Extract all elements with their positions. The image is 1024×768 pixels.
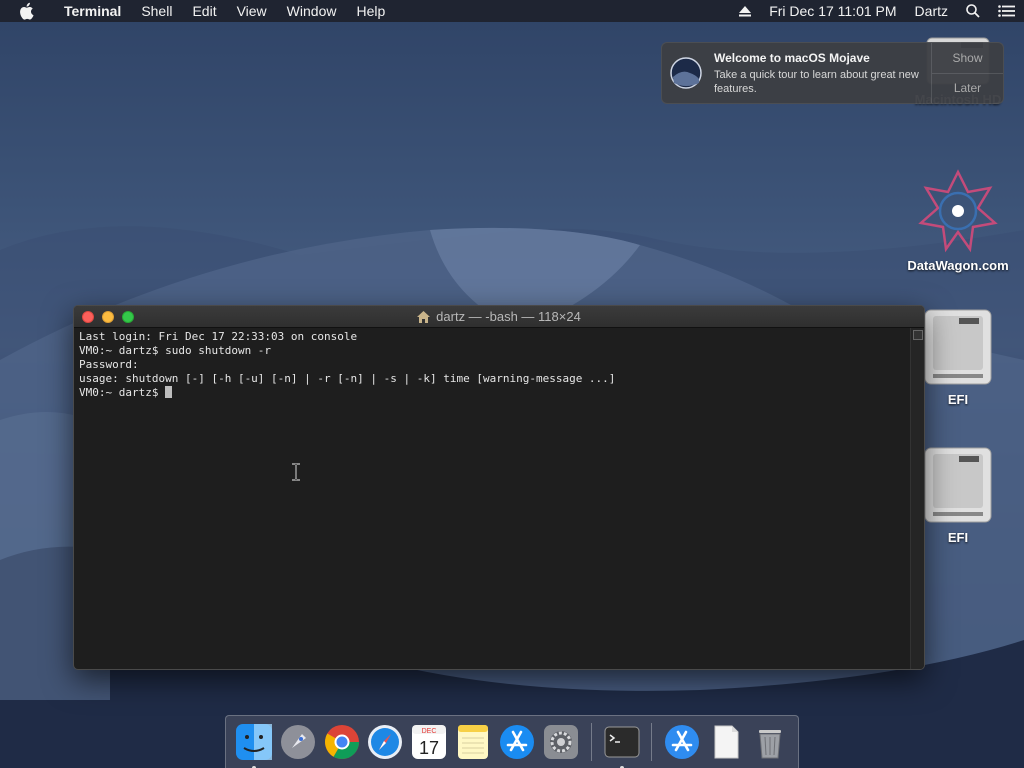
terminal-titlebar[interactable]: dartz — -bash — 118×24 [74,306,924,328]
compass-icon [368,725,403,759]
desktop-icon-label: DataWagon.com [907,258,1009,273]
dock-downloads[interactable] [662,722,702,762]
terminal-scrollbar[interactable] [910,328,924,669]
desktop-icon-datawagon[interactable]: DataWagon.com [903,168,1013,273]
dock-chrome[interactable] [322,722,362,762]
chrome-icon [324,725,359,759]
calendar-icon: DEC 17 [412,725,447,759]
eject-icon[interactable] [739,5,752,17]
terminal-window[interactable]: dartz — -bash — 118×24 Last login: Fri D… [73,305,925,670]
terminal-title: dartz — -bash — 118×24 [436,309,581,324]
zoom-button[interactable] [122,311,134,323]
terminal-line: usage: shutdown [-] [-h [-u] [-n] | -r [… [79,372,616,385]
gear-icon [543,725,578,759]
menu-bar: Terminal Shell Edit View Window Help Fri… [0,0,1024,22]
notification-later-button[interactable]: Later [932,74,1003,104]
text-cursor [165,386,173,398]
dock-safari[interactable] [365,722,405,762]
app-store-icon [499,725,534,759]
menu-window[interactable]: Window [277,0,347,22]
dock-trash[interactable] [750,722,790,762]
notification-title: Welcome to macOS Mojave [714,51,870,65]
terminal-prompt: VM0:~ dartz$ [79,386,166,399]
notification-banner[interactable]: Welcome to macOS Mojave Take a quick tou… [661,42,1004,104]
menu-help[interactable]: Help [346,0,395,22]
menubar-user[interactable]: Dartz [915,3,948,19]
ibeam-cursor-icon [291,463,301,486]
dock-notes[interactable] [453,722,493,762]
trash-icon [759,730,782,759]
notification-center-icon[interactable] [998,5,1015,17]
home-folder-icon [417,310,431,323]
finder-icon [235,724,272,760]
downloads-folder-icon [665,725,700,759]
terminal-output[interactable]: Last login: Fri Dec 17 22:33:03 on conso… [74,328,910,669]
dock-separator [590,723,592,761]
menu-shell[interactable]: Shell [131,0,182,22]
dock-system-preferences[interactable] [541,722,581,762]
dock-finder[interactable] [234,722,274,768]
scrollbar-split-button[interactable] [913,330,923,340]
menu-app-terminal[interactable]: Terminal [54,0,131,22]
apple-menu-icon[interactable] [18,2,40,20]
menu-view[interactable]: View [227,0,277,22]
menubar-clock[interactable]: Fri Dec 17 11:01 PM [769,3,896,19]
mojave-icon [662,43,710,103]
spotlight-search-icon[interactable] [966,4,980,18]
dock-document[interactable] [706,722,746,762]
calendar-month: DEC [422,728,437,735]
minimize-button[interactable] [102,311,114,323]
terminal-icon [604,726,640,758]
dock-app-store[interactable] [497,722,537,762]
calendar-day: 17 [419,738,439,758]
menu-edit[interactable]: Edit [182,0,226,22]
dock-separator [651,723,653,761]
document-icon [714,725,739,759]
dock-terminal[interactable] [602,722,642,768]
terminal-line: Password: [79,358,139,371]
terminal-prompt-line: VM0:~ dartz$ [79,386,905,400]
terminal-line: Last login: Fri Dec 17 22:33:03 on conso… [79,330,358,343]
notification-text: Take a quick tour to learn about great n… [714,69,919,95]
terminal-line: VM0:~ dartz$ sudo shutdown -r [79,344,272,357]
dock-launchpad[interactable] [278,722,318,762]
dock: DEC 17 [225,715,799,768]
notes-icon [458,725,489,759]
rocket-icon [280,725,315,759]
datawagon-logo-icon [903,168,1013,254]
dock-calendar[interactable]: DEC 17 [409,722,449,762]
notification-show-button[interactable]: Show [932,43,1003,74]
close-button[interactable] [82,311,94,323]
